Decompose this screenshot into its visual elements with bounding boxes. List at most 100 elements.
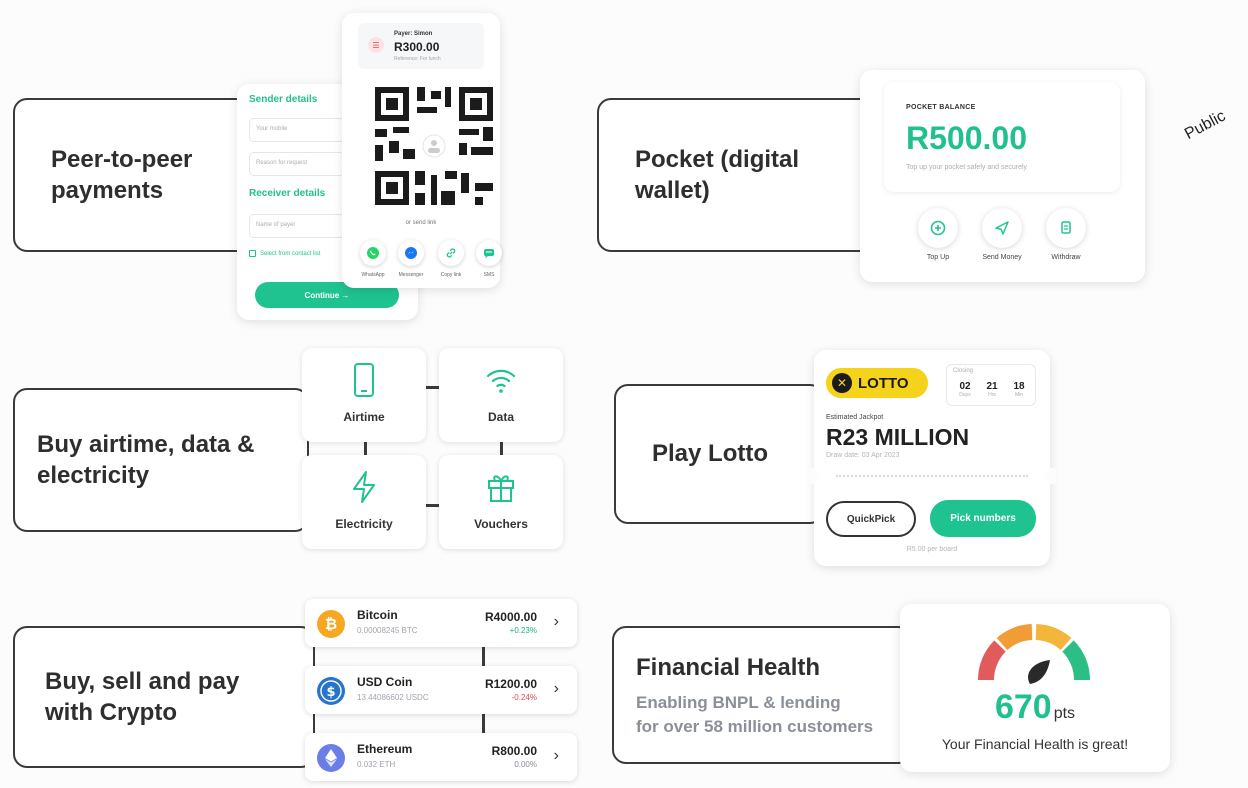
messenger-share-button[interactable] (398, 240, 424, 266)
countdown-minutes: 18 Min (1013, 381, 1025, 398)
health-score-unit: pts (1053, 705, 1076, 722)
your-mobile-input[interactable]: Your mobile (249, 118, 345, 142)
whatsapp-icon (367, 247, 379, 259)
sms-share-button[interactable] (476, 240, 502, 266)
price-note: R5.00 per board (906, 546, 958, 553)
grid-connector (426, 504, 440, 507)
health-gauge (978, 624, 1090, 684)
copy-link-button[interactable] (438, 240, 464, 266)
coin-name: Bitcoin (357, 608, 398, 622)
feature-title: Financial Health (636, 653, 821, 681)
coin-amount: 13.44086602 USDC (357, 693, 429, 702)
crypto-row-ethereum[interactable]: Ethereum 0.032 ETH R800.00 0.00% › (305, 733, 577, 781)
feature-title: Buy, sell and pay with Crypto (45, 667, 240, 726)
bitcoin-icon: ₿ (317, 610, 345, 638)
coin-change: -0.24% (511, 693, 537, 702)
feature-title: Pocket (digital wallet) (635, 145, 800, 204)
coin-amount: 0.032 ETH (357, 760, 396, 769)
share-label: Copy link (440, 272, 462, 278)
quickpick-button[interactable]: QuickPick (826, 501, 916, 537)
grid-connector (364, 442, 367, 456)
countdown-hours: 21 Hrs (986, 381, 998, 398)
lightning-icon (353, 471, 375, 503)
financial-health-card: 670 pts Your Financial Health is great! (900, 604, 1170, 772)
tile-label: Data (487, 410, 514, 424)
contact-list-option[interactable]: Select from contact list (249, 250, 320, 257)
contact-list-label: Select from contact list (260, 250, 321, 257)
ticket-divider (836, 475, 1028, 477)
request-amount: R300.00 (394, 40, 440, 54)
lotto-ball-icon: ✕ (832, 373, 852, 393)
qr-caption: or send link (405, 220, 437, 226)
tile-label: Electricity (335, 517, 393, 531)
ticket-notch-left (808, 468, 820, 484)
payer-label: Payer: Simon (394, 31, 433, 37)
coin-name: USD Coin (357, 675, 413, 689)
reference-text: Reference: For lunch (394, 56, 441, 62)
list-connector (482, 647, 485, 666)
grid-connector (426, 386, 440, 389)
payer-avatar: ☰ (368, 37, 384, 53)
electricity-tile[interactable]: Electricity (302, 455, 426, 549)
top-up-label: Top Up (926, 254, 950, 261)
withdraw-label: Withdraw (1051, 254, 1081, 261)
gauge-needle-icon (1028, 660, 1050, 684)
vouchers-tile[interactable]: Vouchers (439, 455, 563, 549)
coin-change: 0.00% (514, 760, 537, 769)
contact-checkbox[interactable] (249, 250, 256, 257)
sender-heading: Sender details (249, 94, 318, 105)
pick-numbers-button[interactable]: Pick numbers (930, 500, 1036, 537)
health-score: 670 pts (900, 688, 1170, 727)
lotto-card: ✕ LOTTO Closing 02 Days 21 Hrs 18 Min Es… (808, 350, 1056, 566)
usdc-icon: $ (317, 677, 345, 705)
receiver-heading: Receiver details (249, 188, 326, 199)
health-score-value: 670 (994, 688, 1052, 726)
messenger-icon (405, 247, 417, 259)
sms-icon (484, 249, 494, 259)
pocket-card: POCKET BALANCE R500.00 Top up your pocke… (860, 70, 1145, 282)
send-money-button[interactable] (982, 208, 1022, 248)
pocket-helper-text: Top up your pocket safely and securely (906, 164, 1028, 171)
plus-circle-icon (930, 220, 946, 236)
data-tile[interactable]: Data (439, 348, 563, 442)
feature-title: Play Lotto (652, 440, 769, 468)
feature-title: Buy airtime, data & electricity (37, 430, 255, 489)
crypto-row-bitcoin[interactable]: ₿ Bitcoin 0.00008245 BTC R4000.00 +0.23%… (305, 599, 577, 647)
feature-p2p: Peer-to-peer payments (13, 98, 263, 252)
coin-name: Ethereum (357, 742, 413, 756)
coin-price: R1200.00 (484, 677, 537, 691)
qr-code (375, 87, 493, 205)
closing-countdown: Closing 02 Days 21 Hrs 18 Min (946, 364, 1036, 406)
draw-date: Draw date: 03 Apr 2023 (826, 452, 900, 459)
coin-amount: 0.00008245 BTC (357, 626, 418, 635)
reason-input[interactable]: Reason for request (249, 152, 345, 176)
feature-financial-health: Financial Health Enabling BNPL & lending… (612, 626, 912, 764)
countdown-days: 02 Days (959, 381, 971, 398)
gift-icon (488, 475, 514, 502)
payer-summary: ☰ Payer: Simon R300.00 Reference: For lu… (358, 23, 484, 69)
withdraw-button[interactable] (1046, 208, 1086, 248)
top-up-button[interactable] (918, 208, 958, 248)
coin-change: +0.23% (509, 626, 537, 635)
payer-name-input[interactable]: Name of payer (249, 214, 345, 238)
feature-buy-airtime: Buy airtime, data & electricity (13, 388, 309, 532)
grid-connector (500, 442, 503, 456)
share-label: SMS (483, 272, 495, 278)
health-message: Your Financial Health is great! (941, 736, 1129, 752)
link-icon (446, 248, 456, 258)
withdraw-icon (1061, 221, 1071, 234)
jackpot-amount: R23 MILLION (826, 424, 970, 450)
feature-title: Peer-to-peer payments (51, 145, 193, 204)
phone-icon (354, 363, 374, 397)
airtime-tile[interactable]: Airtime (302, 348, 426, 442)
pocket-balance-panel: POCKET BALANCE R500.00 Top up your pocke… (884, 82, 1120, 192)
whatsapp-share-button[interactable] (360, 240, 386, 266)
list-connector (482, 714, 485, 733)
feature-subtitle: Enabling BNPL & lending for over 58 mill… (636, 692, 874, 736)
watermark-label: Public (1182, 107, 1229, 144)
crypto-row-usdc[interactable]: $ USD Coin 13.44086602 USDC R1200.00 -0.… (305, 666, 577, 714)
chevron-right-icon: › (553, 680, 559, 697)
closing-label: Closing (953, 368, 974, 374)
feature-pocket: Pocket (digital wallet) (597, 98, 877, 252)
feature-lotto: Play Lotto (614, 384, 824, 524)
